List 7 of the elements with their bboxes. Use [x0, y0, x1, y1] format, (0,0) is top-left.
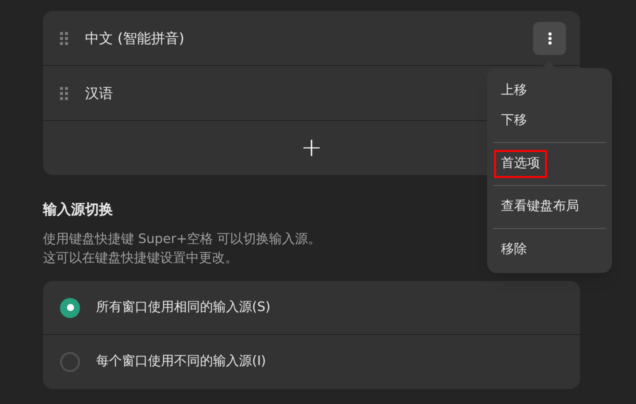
- radio-label: 每个窗口使用不同的输入源(I): [96, 353, 266, 372]
- description-text: 使用键盘快捷键 Super+空格 可以切换输入源。: [43, 231, 322, 249]
- radio-label: 所有窗口使用相同的输入源(S): [96, 298, 270, 317]
- description-text: 这可以在键盘快捷键设置中更改。: [43, 250, 238, 268]
- input-source-name: 中文 (智能拼音): [85, 31, 184, 47]
- section-title: 输入源切换: [43, 201, 113, 220]
- input-source-name: 汉语: [85, 86, 113, 102]
